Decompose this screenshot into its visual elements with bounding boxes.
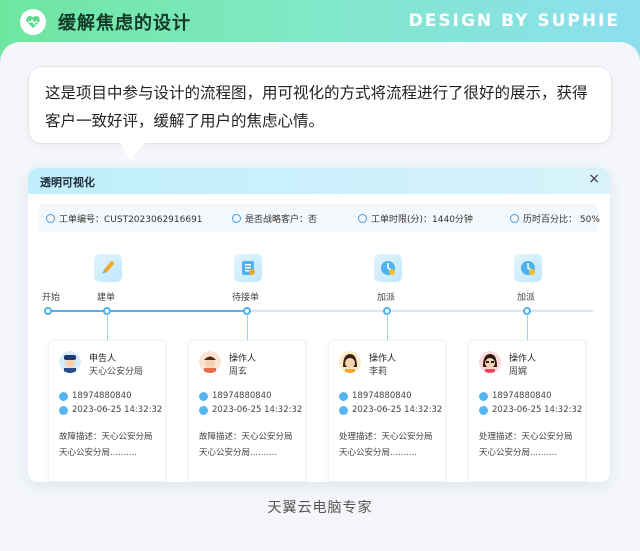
percent-icon (510, 214, 519, 223)
banner-brand: DESIGN BY SUPHIE (408, 11, 620, 31)
stage-label-pending: 待接单 (232, 293, 260, 303)
clock-icon (358, 214, 367, 223)
speech-bubble: 这是项目中参与设计的流程图，用可视化的方式将流程进行了很好的展示，获得客户一致好… (28, 66, 612, 144)
speech-bubble-tail (120, 142, 146, 160)
phone-icon (339, 391, 348, 401)
time-icon (479, 405, 488, 415)
percent-info: 历时百分比： 50% (510, 212, 600, 225)
list-icon (234, 254, 262, 282)
timeline-progress (48, 310, 250, 312)
process-card[interactable]: 操作人 周娓 18974880840 2023-06-25 14:32:32 处… (468, 340, 586, 482)
clock-badge-icon (514, 254, 542, 282)
time-limit-info: 工单时限(分)：1440分钟 (358, 212, 473, 225)
woman2-avatar (479, 351, 501, 373)
time-icon (339, 405, 348, 415)
ticket-number-info: 工单编号：CUST2023062916691 (46, 212, 203, 225)
visualization-dialog: 透明可视化 × 工单编号：CUST2023062916691 是否战略客户：否 … (28, 168, 610, 482)
stage-start-label: 开始 (42, 293, 61, 303)
dialog-title: 透明可视化 (40, 176, 95, 189)
footer-brand: 天翼云电脑专家 (267, 500, 373, 516)
woman-avatar (339, 351, 361, 373)
timeline-stem (107, 314, 108, 340)
timeline-stem (387, 314, 388, 340)
pen-icon (94, 254, 122, 282)
timeline-dot-start (44, 307, 52, 315)
phone-icon (479, 391, 488, 401)
phone-icon (199, 391, 208, 401)
ticket-icon (46, 214, 55, 223)
process-card[interactable]: 操作人 李莉 18974880840 2023-06-25 14:32:32 处… (328, 340, 446, 482)
stage-label-dispatch-2: 加派 (517, 293, 536, 303)
timeline-stem (527, 314, 528, 340)
close-icon[interactable]: × (588, 171, 600, 187)
stage-label-create: 建单 (97, 293, 116, 303)
user-icon (232, 214, 241, 223)
strategic-customer-info: 是否战略客户：否 (232, 212, 317, 225)
clock-badge-icon (374, 254, 402, 282)
stage-label-dispatch: 加派 (377, 293, 396, 303)
process-card[interactable]: 操作人 周玄 18974880840 2023-06-25 14:32:32 故… (188, 340, 306, 482)
time-icon (59, 405, 68, 415)
man-avatar (199, 351, 221, 373)
dialog-header: 透明可视化 × (28, 168, 610, 194)
ticket-info-bar: 工单编号：CUST2023062916691 是否战略客户：否 工单时限(分)：… (38, 204, 600, 232)
process-card[interactable]: 申告人 天心公安分局 18974880840 2023-06-25 14:32:… (48, 340, 166, 482)
banner-title: 缓解焦虑的设计 (58, 13, 191, 34)
time-icon (199, 405, 208, 415)
phone-icon (59, 391, 68, 401)
timeline-stem (247, 314, 248, 340)
police-avatar (59, 351, 81, 373)
heart-logo-icon (20, 9, 46, 35)
